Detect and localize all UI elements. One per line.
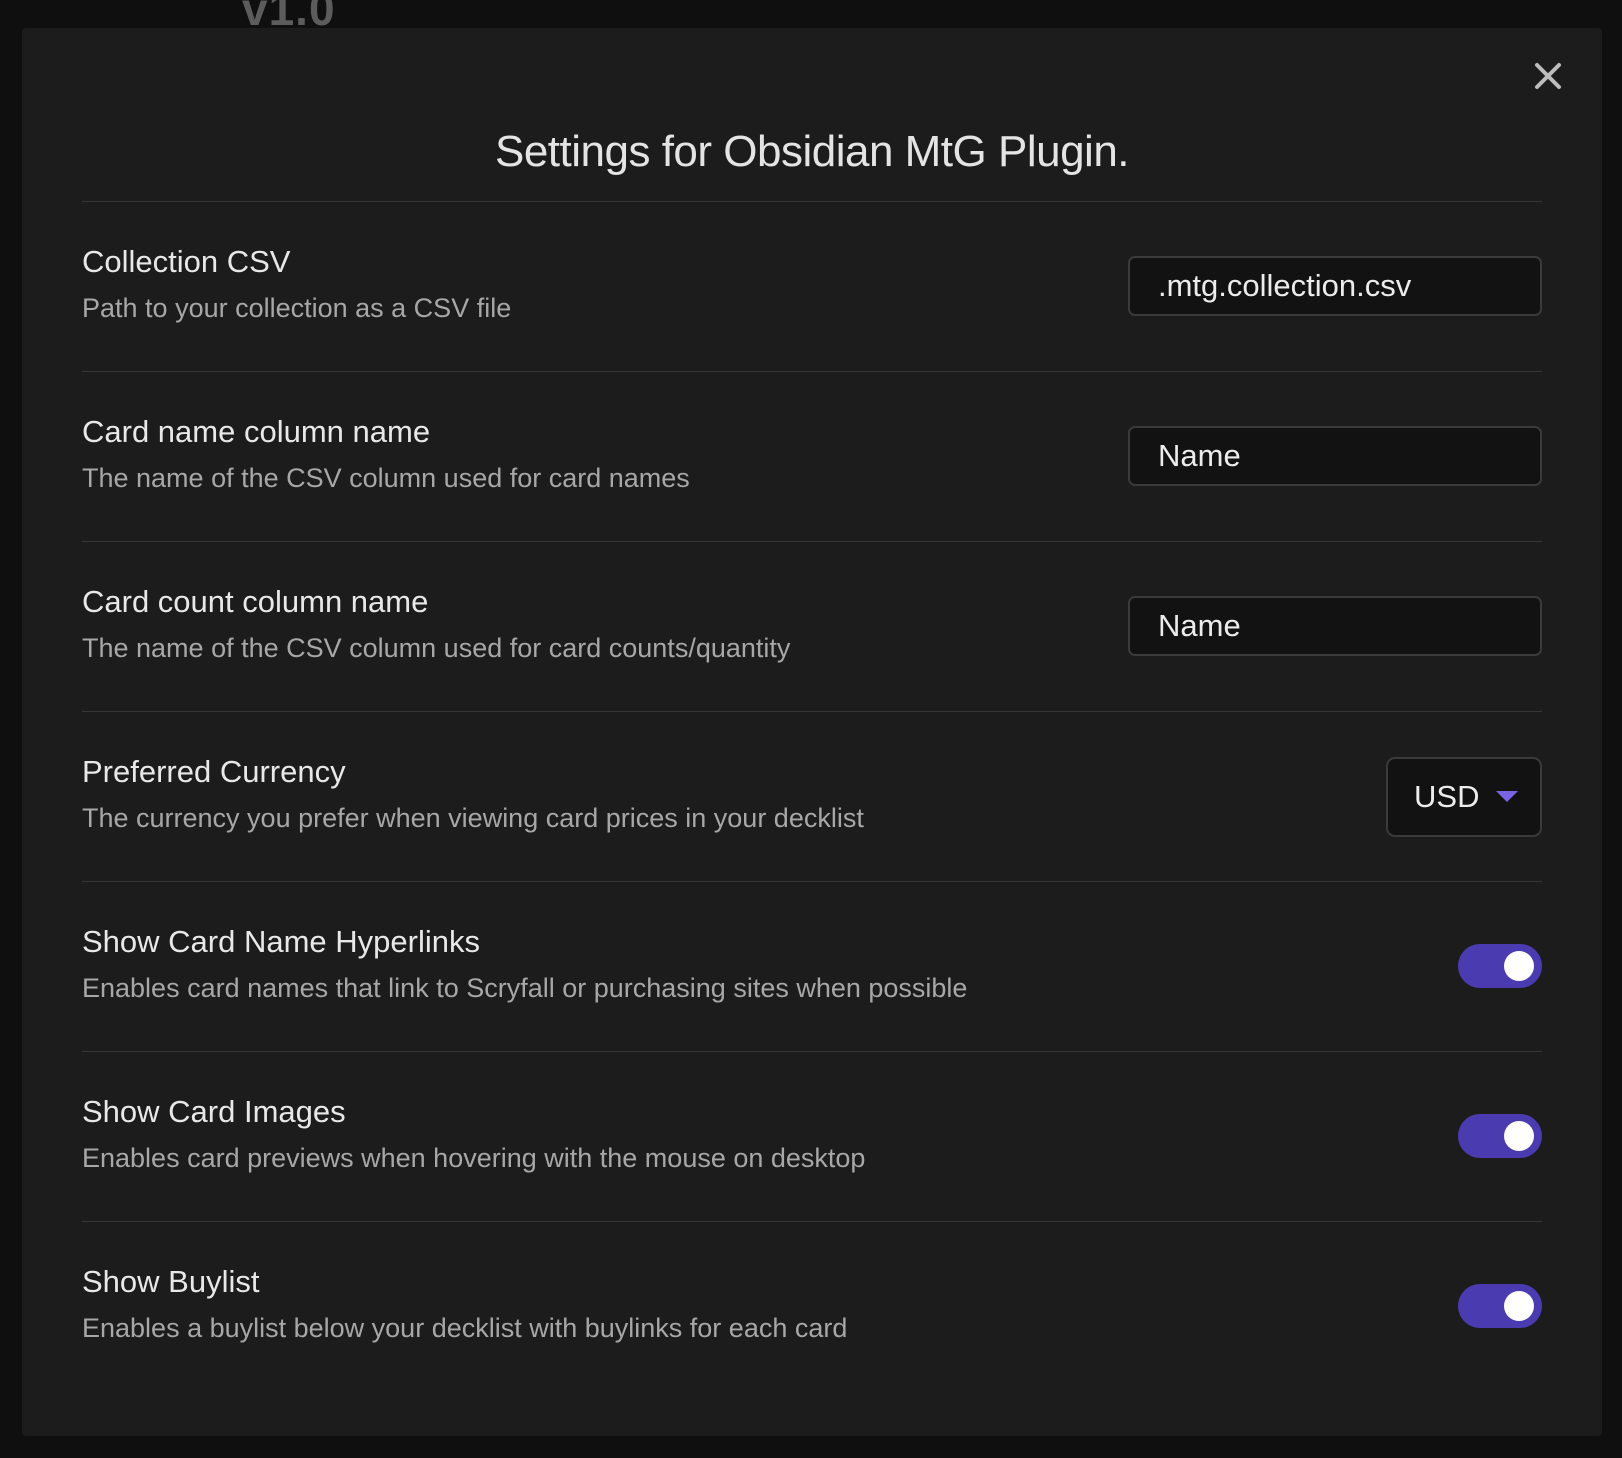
setting-show-card-name-hyperlinks: Show Card Name Hyperlinks Enables card n…: [82, 881, 1542, 1051]
setting-info: Card name column name The name of the CS…: [82, 414, 690, 494]
setting-name: Show Card Images: [82, 1094, 346, 1129]
card-count-column-input[interactable]: [1128, 596, 1542, 656]
setting-info: Show Card Images Enables card previews w…: [82, 1094, 865, 1174]
chevron-down-icon: [1496, 791, 1518, 802]
hyperlinks-toggle[interactable]: [1458, 944, 1542, 988]
setting-name: Show Buylist: [82, 1264, 260, 1299]
setting-card-name-column: Card name column name The name of the CS…: [82, 371, 1542, 541]
toggle-knob: [1504, 1291, 1534, 1321]
setting-name: Preferred Currency: [82, 754, 346, 789]
setting-collection-csv: Collection CSV Path to your collection a…: [82, 201, 1542, 371]
setting-show-buylist: Show Buylist Enables a buylist below you…: [82, 1221, 1542, 1391]
modal-title: Settings for Obsidian MtG Plugin.: [494, 127, 1130, 176]
currency-dropdown[interactable]: USD: [1386, 757, 1542, 837]
setting-info: Show Buylist Enables a buylist below you…: [82, 1264, 847, 1344]
buylist-toggle[interactable]: [1458, 1284, 1542, 1328]
dropdown-selected-value: USD: [1414, 779, 1480, 814]
card-images-toggle[interactable]: [1458, 1114, 1542, 1158]
card-name-column-input[interactable]: [1128, 426, 1542, 486]
setting-name: Collection CSV: [82, 244, 291, 279]
setting-description: The currency you prefer when viewing car…: [82, 803, 864, 833]
setting-info: Collection CSV Path to your collection a…: [82, 244, 511, 324]
setting-info: Preferred Currency The currency you pref…: [82, 754, 864, 834]
setting-preferred-currency: Preferred Currency The currency you pref…: [82, 711, 1542, 881]
collection-csv-input[interactable]: [1128, 256, 1542, 316]
setting-description: Path to your collection as a CSV file: [82, 293, 512, 323]
close-icon: [1535, 63, 1561, 89]
setting-description: Enables card previews when hovering with…: [82, 1143, 866, 1173]
setting-description: The name of the CSV column used for card…: [82, 633, 791, 663]
toggle-knob: [1504, 951, 1534, 981]
setting-card-count-column: Card count column name The name of the C…: [82, 541, 1542, 711]
setting-show-card-images: Show Card Images Enables card previews w…: [82, 1051, 1542, 1221]
setting-name: Card count column name: [82, 584, 429, 619]
setting-name: Card name column name: [82, 414, 431, 449]
close-button[interactable]: [1528, 56, 1568, 96]
settings-modal: Settings for Obsidian MtG Plugin. Collec…: [22, 28, 1602, 1436]
setting-description: Enables card names that link to Scryfall…: [82, 973, 968, 1003]
setting-description: The name of the CSV column used for card…: [82, 463, 690, 493]
settings-list: Collection CSV Path to your collection a…: [82, 201, 1542, 1391]
toggle-knob: [1504, 1121, 1534, 1151]
setting-info: Card count column name The name of the C…: [82, 584, 790, 664]
setting-description: Enables a buylist below your decklist wi…: [82, 1313, 848, 1343]
setting-name: Show Card Name Hyperlinks: [82, 924, 480, 959]
setting-info: Show Card Name Hyperlinks Enables card n…: [82, 924, 967, 1004]
